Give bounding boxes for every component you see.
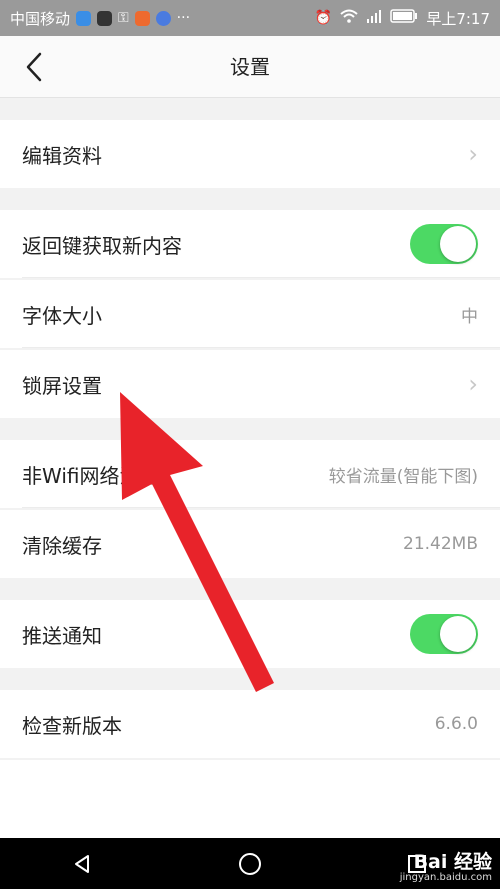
back-chevron-icon (26, 52, 42, 82)
row-label: 字体大小 (22, 303, 102, 328)
status-bar: 中国移动 ⚿ ··· ⏰ 早上7:17 (0, 0, 500, 36)
signal-icon (366, 9, 382, 27)
back-key-toggle[interactable] (410, 224, 478, 264)
battery-icon (390, 9, 418, 27)
row-label: 推送通知 (22, 623, 102, 648)
browser-app-icon (155, 10, 171, 26)
key-icon: ⚿ (118, 10, 129, 26)
row-push: 推送通知 (0, 600, 500, 668)
watermark-brand: Bai 经验 (413, 850, 492, 873)
row-clear-cache[interactable]: 清除缓存 21.42MB (0, 510, 500, 578)
toggle-knob (440, 616, 476, 652)
app-notification-icon (76, 10, 92, 26)
nav-back-button[interactable] (63, 844, 103, 884)
carrier-label: 中国移动 (10, 9, 71, 28)
chevron-right-icon: › (468, 140, 478, 168)
clock-label: 早上7:17 (426, 9, 490, 28)
row-font-size[interactable]: 字体大小 中 (0, 280, 500, 348)
row-value: 中 (461, 306, 478, 327)
row-back-key-refresh: 返回键获取新内容 (0, 210, 500, 278)
watermark-site: jingyan.baidu.com (399, 871, 492, 883)
toggle-knob (440, 226, 476, 262)
row-label: 非Wifi网络流量 (22, 463, 160, 488)
row-value: 21.42MB (403, 534, 478, 554)
row-lock-screen[interactable]: 锁屏设置 › (0, 350, 500, 418)
row-edit-profile[interactable]: 编辑资料 › (0, 120, 500, 188)
app-header: 设置 (0, 36, 500, 98)
wifi-icon (340, 9, 358, 27)
more-dots-icon: ··· (176, 10, 191, 26)
alarm-icon: ⏰ (314, 10, 333, 26)
row-label: 检查新版本 (22, 713, 122, 738)
nav-home-icon (238, 852, 261, 875)
baidu-jingyan-watermark: Bai 经验 jingyan.baidu.com (399, 850, 492, 883)
page-title: 设置 (230, 55, 270, 79)
row-value: 较省流量(智能下图) (328, 466, 478, 487)
row-version[interactable]: 检查新版本 6.6.0 (0, 690, 500, 758)
chevron-right-icon: › (468, 370, 478, 398)
row-label: 清除缓存 (22, 533, 102, 558)
app-notification-icon (97, 10, 113, 26)
row-label: 返回键获取新内容 (22, 233, 182, 258)
row-label: 编辑资料 (22, 143, 102, 168)
row-non-wifi[interactable]: 非Wifi网络流量 较省流量(智能下图) (0, 440, 500, 508)
nav-home-button[interactable] (230, 844, 270, 884)
row-label: 锁屏设置 (22, 373, 102, 398)
nav-back-icon (75, 854, 90, 873)
push-toggle[interactable] (410, 614, 478, 654)
video-app-icon (134, 10, 150, 26)
row-value: 6.6.0 (434, 714, 478, 734)
bottom-blank-area (0, 760, 500, 838)
back-button[interactable] (20, 50, 50, 84)
